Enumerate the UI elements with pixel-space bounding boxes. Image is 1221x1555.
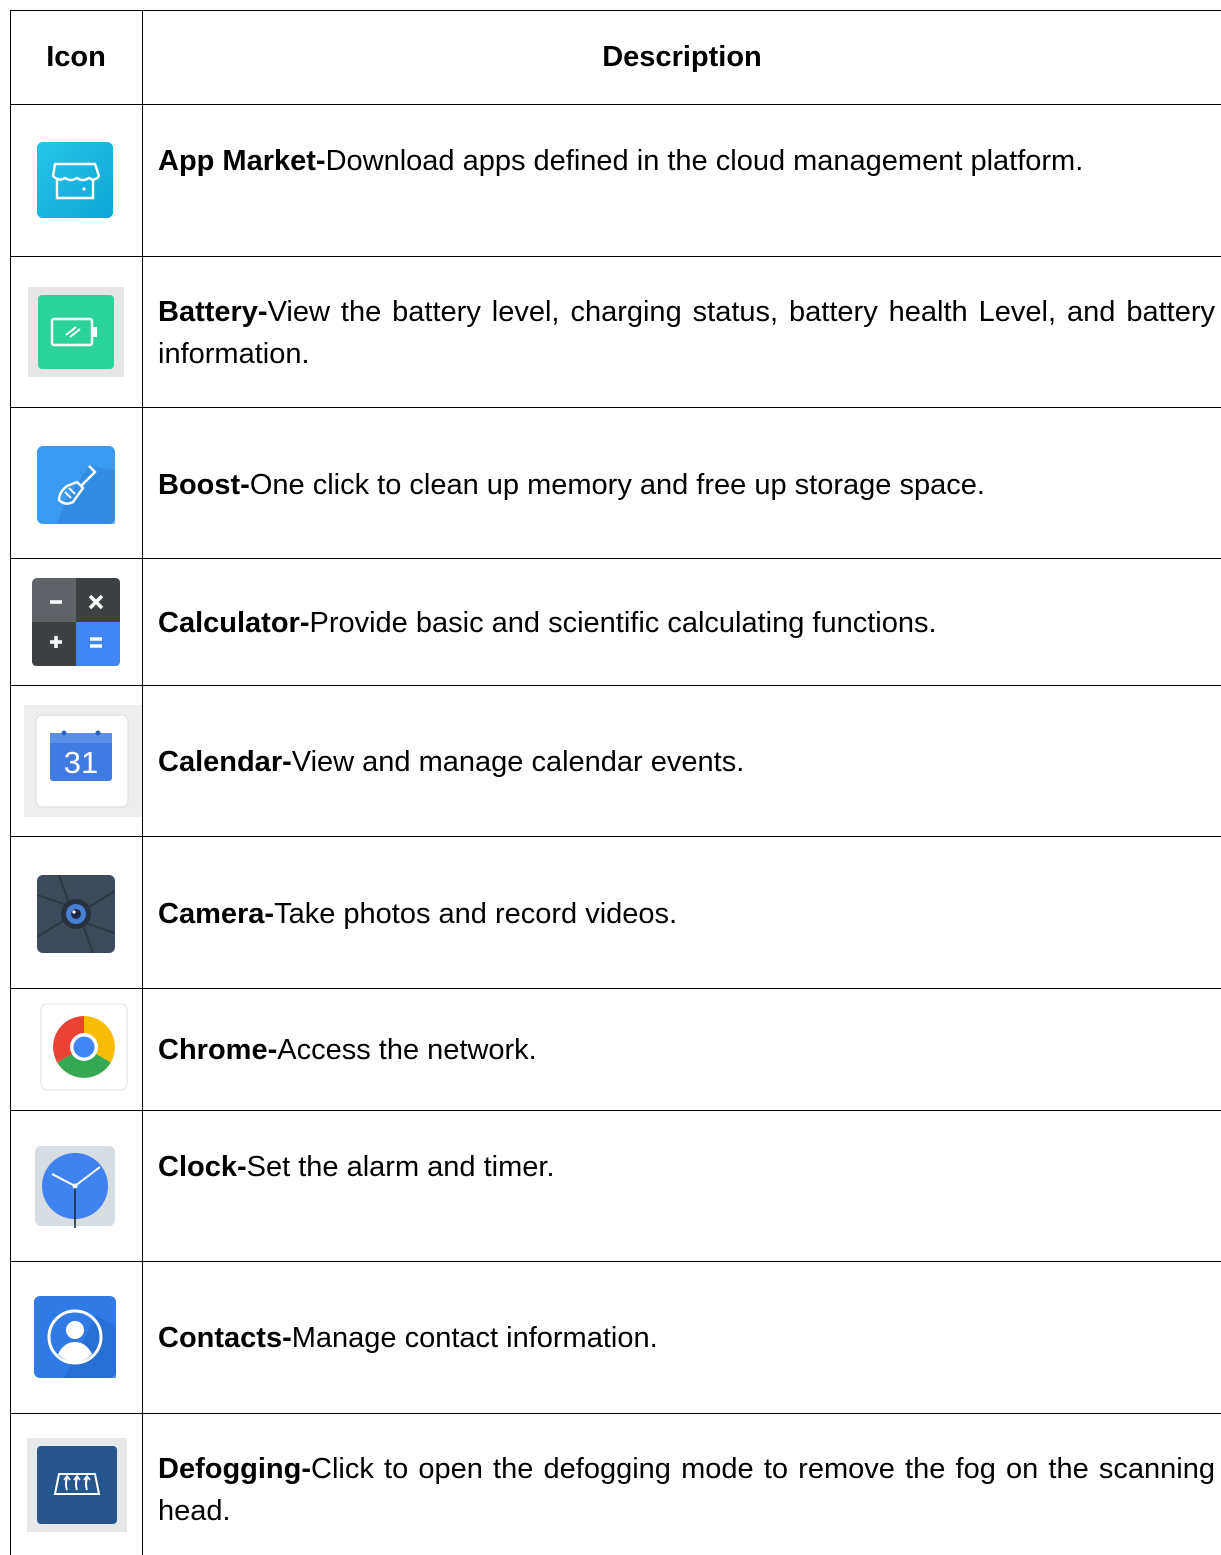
table-row: Clock-Set the alarm and timer. xyxy=(10,1111,1221,1261)
battery-icon xyxy=(28,287,124,377)
row-description: Defogging-Click to open the defogging mo… xyxy=(158,1448,1215,1532)
app-description: Click to open the defogging mode to remo… xyxy=(158,1453,1215,1527)
app-description: View and manage calendar events. xyxy=(291,746,745,778)
row-description: Contacts-Manage contact information. xyxy=(158,1317,1215,1359)
table-row: Defogging-Click to open the defogging mo… xyxy=(10,1414,1221,1555)
app-name: Battery- xyxy=(158,296,268,328)
contacts-icon xyxy=(34,1296,116,1378)
app-description: Download apps defined in the cloud manag… xyxy=(325,145,1084,177)
app-name: Calculator- xyxy=(158,607,310,639)
calendar-icon: 31 xyxy=(24,705,142,817)
app-description: Set the alarm and timer. xyxy=(246,1151,555,1183)
table-row: 31 Calendar-View and manage calendar eve… xyxy=(10,686,1221,836)
app-description: One click to clean up memory and free up… xyxy=(249,469,985,501)
header-icon: Icon xyxy=(46,41,106,73)
app-description: Access the network. xyxy=(277,1034,537,1066)
app-description: Manage contact information. xyxy=(291,1322,658,1354)
row-description: Boost-One click to clean up memory and f… xyxy=(158,464,1215,506)
app-name: Clock- xyxy=(158,1151,247,1183)
table-row: Camera-Take photos and record videos. xyxy=(10,837,1221,988)
calculator-icon xyxy=(32,578,120,666)
row-description: Clock-Set the alarm and timer. xyxy=(158,1146,1215,1188)
app-name: Calendar- xyxy=(158,746,292,778)
table-row: Calculator-Provide basic and scientific … xyxy=(10,559,1221,685)
broom-icon xyxy=(37,446,115,524)
row-description: Calendar-View and manage calendar events… xyxy=(158,741,1215,783)
app-name: Boost- xyxy=(158,469,250,501)
defogging-icon xyxy=(27,1438,127,1532)
row-description: Camera-Take photos and record videos. xyxy=(158,893,1215,935)
app-description: View the battery level, charging status,… xyxy=(158,296,1215,370)
header-description: Description xyxy=(602,41,762,73)
table-row: Contacts-Manage contact information. xyxy=(10,1262,1221,1413)
row-description: Calculator-Provide basic and scientific … xyxy=(158,602,1215,644)
app-description: Take photos and record videos. xyxy=(274,898,678,930)
row-description: App Market-Download apps defined in the … xyxy=(158,140,1215,182)
calendar-date: 31 xyxy=(63,745,99,780)
clock-icon xyxy=(35,1146,115,1228)
app-name: Chrome- xyxy=(158,1034,278,1066)
row-description: Battery-View the battery level, charging… xyxy=(158,291,1215,375)
table-row: Boost-One click to clean up memory and f… xyxy=(10,408,1221,558)
app-name: Camera- xyxy=(158,898,275,930)
table-row: Battery-View the battery level, charging… xyxy=(10,257,1221,407)
table-row: App Market-Download apps defined in the … xyxy=(10,105,1221,256)
app-name: App Market- xyxy=(158,145,326,177)
chrome-icon xyxy=(40,1003,128,1093)
table-row: Chrome-Access the network. xyxy=(10,989,1221,1110)
app-description: Provide basic and scientific calculating… xyxy=(309,607,937,639)
store-icon xyxy=(37,142,113,218)
app-name: Defogging- xyxy=(158,1453,312,1485)
camera-icon xyxy=(37,875,115,953)
row-description: Chrome-Access the network. xyxy=(158,1029,1215,1071)
app-name: Contacts- xyxy=(158,1322,292,1354)
